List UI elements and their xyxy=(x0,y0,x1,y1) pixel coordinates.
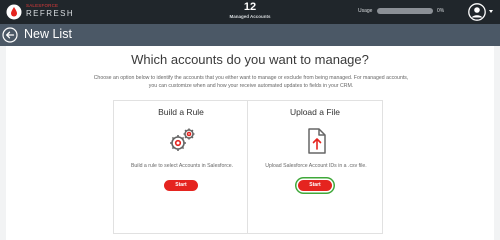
build-rule-start-button[interactable]: Start xyxy=(164,180,198,191)
build-rule-card: Build a Rule Build a rule to select Acco… xyxy=(113,100,249,234)
page-header: New List xyxy=(0,24,500,46)
managed-count-label: Managed Accounts xyxy=(229,14,271,19)
main-panel: Which accounts do you want to manage? Ch… xyxy=(6,46,494,240)
upload-file-card: Upload a File Upload Salesforce Account … xyxy=(247,100,383,234)
user-avatar-icon[interactable] xyxy=(468,3,486,21)
upload-file-start-button[interactable]: Start xyxy=(298,180,332,191)
top-bar: SALESFORCE REFRESH 12 Managed Accounts U… xyxy=(0,0,500,24)
section-heading: Which accounts do you want to manage? xyxy=(131,52,369,67)
usage-label: Usage xyxy=(358,8,373,14)
page-title: New List xyxy=(24,27,72,41)
brand-tagline: SALESFORCE xyxy=(26,3,59,8)
gears-icon xyxy=(170,128,195,151)
build-rule-description: Build a rule to select Accounts in Sales… xyxy=(130,163,234,169)
usage-progress-bar xyxy=(377,8,433,14)
section-description: Choose an option below to identify the a… xyxy=(93,75,409,90)
brand-name: REFRESH xyxy=(26,9,75,18)
upload-file-description: Upload Salesforce Account IDs in a .csv … xyxy=(265,163,367,169)
logo-icon xyxy=(6,4,22,20)
build-rule-title: Build a Rule xyxy=(158,107,204,117)
back-arrow-icon[interactable] xyxy=(2,27,18,43)
managed-count: 12 xyxy=(243,1,257,13)
upload-file-title: Upload a File xyxy=(289,107,341,117)
upload-file-icon xyxy=(308,128,326,154)
usage-percent: 0% xyxy=(437,8,445,14)
user-menu-caret-icon[interactable] xyxy=(489,10,493,13)
